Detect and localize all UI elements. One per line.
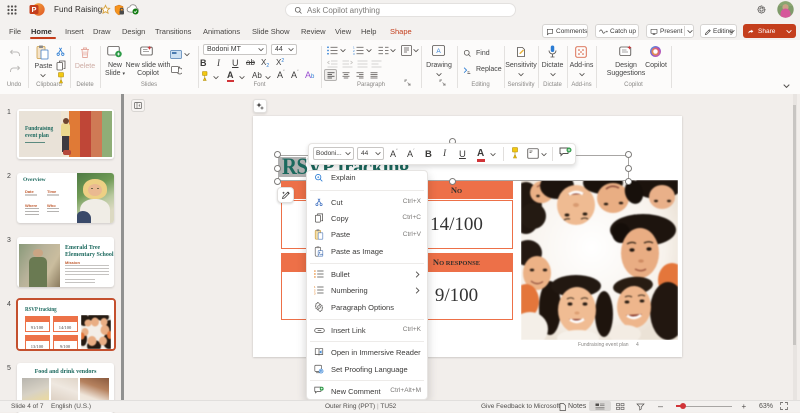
svg-text:2: 2 xyxy=(314,288,316,292)
svg-text:1: 1 xyxy=(314,285,316,289)
svg-text:3: 3 xyxy=(353,52,355,55)
svg-text:A: A xyxy=(436,48,441,55)
svg-text:P: P xyxy=(31,5,36,14)
svg-text:3: 3 xyxy=(314,291,316,295)
